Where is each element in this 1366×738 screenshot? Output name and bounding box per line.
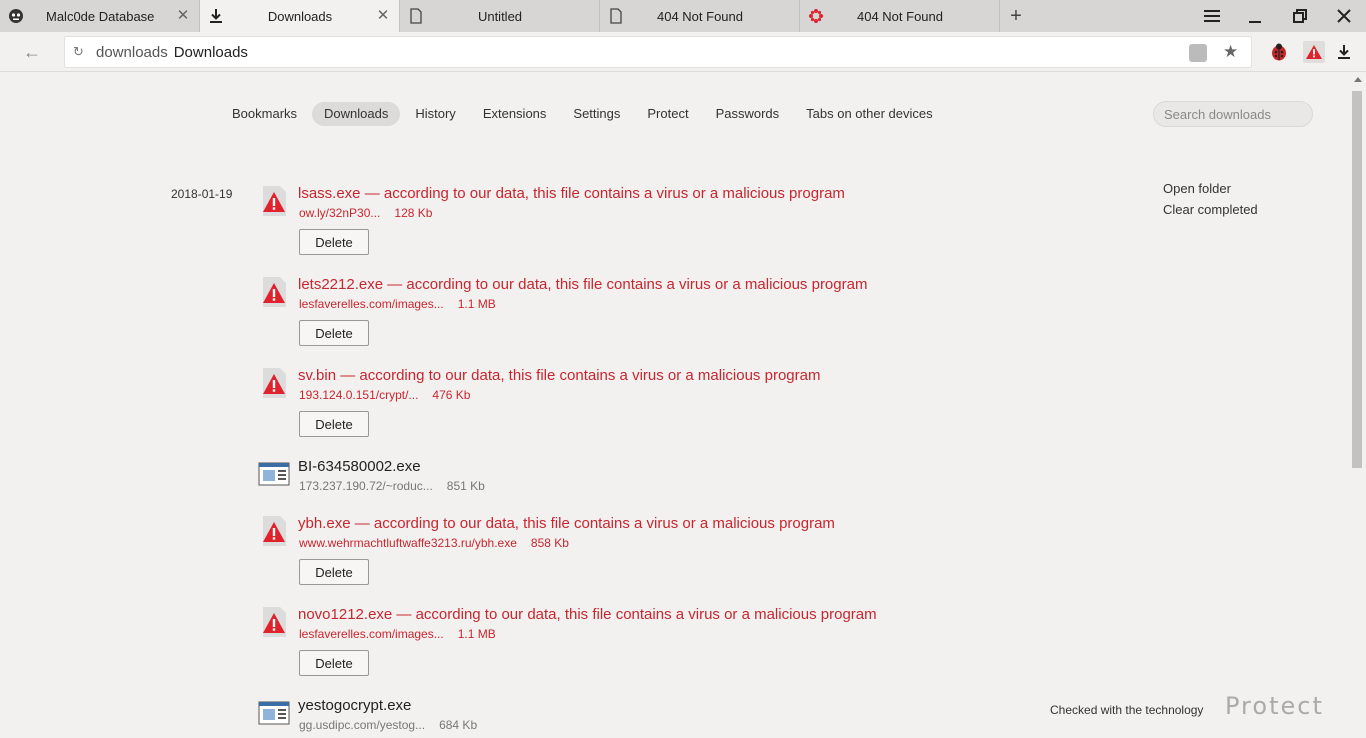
- nav-protect[interactable]: Protect: [635, 102, 700, 126]
- tab-title: 404 Not Found: [856, 9, 943, 24]
- download-source[interactable]: lesfaverelles.com/images...: [299, 297, 444, 311]
- nav-bookmarks[interactable]: Bookmarks: [220, 102, 309, 126]
- download-actions: Open folder Clear completed: [1163, 178, 1258, 220]
- nav-extensions[interactable]: Extensions: [471, 102, 559, 126]
- protect-logo: Protect: [1225, 692, 1324, 720]
- tab-title: Downloads: [267, 9, 333, 24]
- menu-icon[interactable]: [1200, 4, 1224, 28]
- tab-close-icon[interactable]: ✕: [375, 8, 391, 24]
- download-source[interactable]: gg.usdipc.com/yestog...: [299, 718, 425, 732]
- ladybug-extension-icon[interactable]: [1268, 41, 1290, 63]
- download-source[interactable]: www.wehrmachtluftwaffe3213.ru/ybh.exe: [299, 536, 517, 550]
- restore-icon[interactable]: [1288, 4, 1312, 28]
- malware-warning-icon: [258, 185, 290, 217]
- protect-footer-text: Checked with the technology: [1050, 703, 1204, 717]
- download-filename[interactable]: sv.bin — according to our data, this fil…: [298, 367, 820, 384]
- tab-strip: Malc0de Database ✕ Downloads ✕ Untitled …: [0, 0, 1366, 32]
- download-size: 858 Kb: [530, 536, 569, 550]
- scrollbar-thumb[interactable]: [1352, 91, 1362, 468]
- nav-downloads[interactable]: Downloads: [312, 102, 401, 126]
- address-url: downloads Downloads: [96, 44, 248, 61]
- bookmark-star-icon[interactable]: ★: [1223, 42, 1238, 62]
- downloads-toolbar-icon[interactable]: [1333, 41, 1355, 63]
- download-size: 1.1 MB: [457, 627, 496, 641]
- download-size: 684 Kb: [439, 718, 478, 732]
- settings-nav: Bookmarks Downloads History Extensions S…: [220, 102, 948, 126]
- minimize-icon[interactable]: [1244, 4, 1268, 28]
- tab-title: Untitled: [477, 9, 523, 24]
- tab-404-b[interactable]: 404 Not Found: [800, 0, 1000, 32]
- delete-button[interactable]: Delete: [299, 559, 369, 585]
- download-size: 476 Kb: [432, 388, 471, 402]
- download-filename[interactable]: novo1212.exe — according to our data, th…: [298, 606, 877, 623]
- search-downloads-input[interactable]: [1153, 101, 1313, 127]
- malware-warning-icon: [258, 367, 290, 399]
- download-source[interactable]: 173.237.190.72/~roduc...: [299, 479, 433, 493]
- executable-file-icon: [258, 458, 290, 490]
- tab-downloads[interactable]: Downloads ✕: [200, 0, 400, 32]
- download-meta: www.wehrmachtluftwaffe3213.ru/ybh.exe 858…: [299, 536, 569, 550]
- back-arrow-icon[interactable]: ←: [20, 41, 44, 63]
- tab-untitled[interactable]: Untitled: [400, 0, 600, 32]
- warning-extension-icon[interactable]: [1303, 41, 1325, 63]
- tab-close-icon[interactable]: ✕: [175, 8, 191, 24]
- delete-button[interactable]: Delete: [299, 411, 369, 437]
- url-title: Downloads: [173, 44, 248, 61]
- tab-404-a[interactable]: 404 Not Found: [600, 0, 800, 32]
- download-source[interactable]: lesfaverelles.com/images...: [299, 627, 444, 641]
- scroll-up-icon[interactable]: [1354, 77, 1362, 82]
- download-meta: gg.usdipc.com/yestog... 684 Kb: [299, 718, 477, 732]
- delete-button[interactable]: Delete: [299, 650, 369, 676]
- download-filename[interactable]: ybh.exe — according to our data, this fi…: [298, 515, 835, 532]
- url-prefix: downloads: [96, 44, 168, 61]
- new-tab-icon[interactable]: +: [1004, 4, 1028, 28]
- executable-file-icon: [258, 697, 290, 729]
- reload-icon[interactable]: ↻: [73, 45, 87, 59]
- nav-history[interactable]: History: [403, 102, 467, 126]
- download-size: 128 Kb: [394, 206, 433, 220]
- delete-button[interactable]: Delete: [299, 320, 369, 346]
- download-meta: 193.124.0.151/crypt/... 476 Kb: [299, 388, 470, 402]
- clear-completed-link[interactable]: Clear completed: [1163, 199, 1258, 220]
- download-source[interactable]: 193.124.0.151/crypt/...: [299, 388, 418, 402]
- download-filename[interactable]: yestogocrypt.exe: [298, 697, 411, 714]
- download-size: 1.1 MB: [457, 297, 496, 311]
- nav-settings[interactable]: Settings: [561, 102, 632, 126]
- tab-malcode[interactable]: Malc0de Database ✕: [0, 0, 200, 32]
- address-bar[interactable]: ↻ downloads Downloads ★: [64, 36, 1252, 68]
- download-filename[interactable]: lets2212.exe — according to our data, th…: [298, 276, 867, 293]
- protect-shield-icon[interactable]: [1189, 44, 1207, 62]
- malcode-favicon-icon: [8, 8, 24, 24]
- download-meta: 173.237.190.72/~roduc... 851 Kb: [299, 479, 485, 493]
- download-filename[interactable]: BI-634580002.exe: [298, 458, 421, 475]
- malware-warning-icon: [258, 276, 290, 308]
- delete-button[interactable]: Delete: [299, 229, 369, 255]
- download-meta: lesfaverelles.com/images... 1.1 MB: [299, 297, 496, 311]
- download-source[interactable]: ow.ly/32nP30...: [299, 206, 380, 220]
- nav-tabs-other-devices[interactable]: Tabs on other devices: [794, 102, 944, 126]
- malware-warning-icon: [258, 606, 290, 638]
- malware-warning-icon: [258, 515, 290, 547]
- tab-title: Malc0de Database: [46, 9, 155, 24]
- close-window-icon[interactable]: [1332, 4, 1356, 28]
- open-folder-link[interactable]: Open folder: [1163, 178, 1258, 199]
- download-date: 2018-01-19: [171, 187, 233, 201]
- download-meta: lesfaverelles.com/images... 1.1 MB: [299, 627, 496, 641]
- tab-title: 404 Not Found: [656, 9, 743, 24]
- address-toolbar: ← ↻ downloads Downloads ★: [0, 32, 1366, 72]
- download-filename[interactable]: lsass.exe — according to our data, this …: [298, 185, 845, 202]
- download-size: 851 Kb: [446, 479, 485, 493]
- nav-passwords[interactable]: Passwords: [704, 102, 792, 126]
- download-meta: ow.ly/32nP30... 128 Kb: [299, 206, 432, 220]
- scrollbar[interactable]: [1350, 73, 1366, 738]
